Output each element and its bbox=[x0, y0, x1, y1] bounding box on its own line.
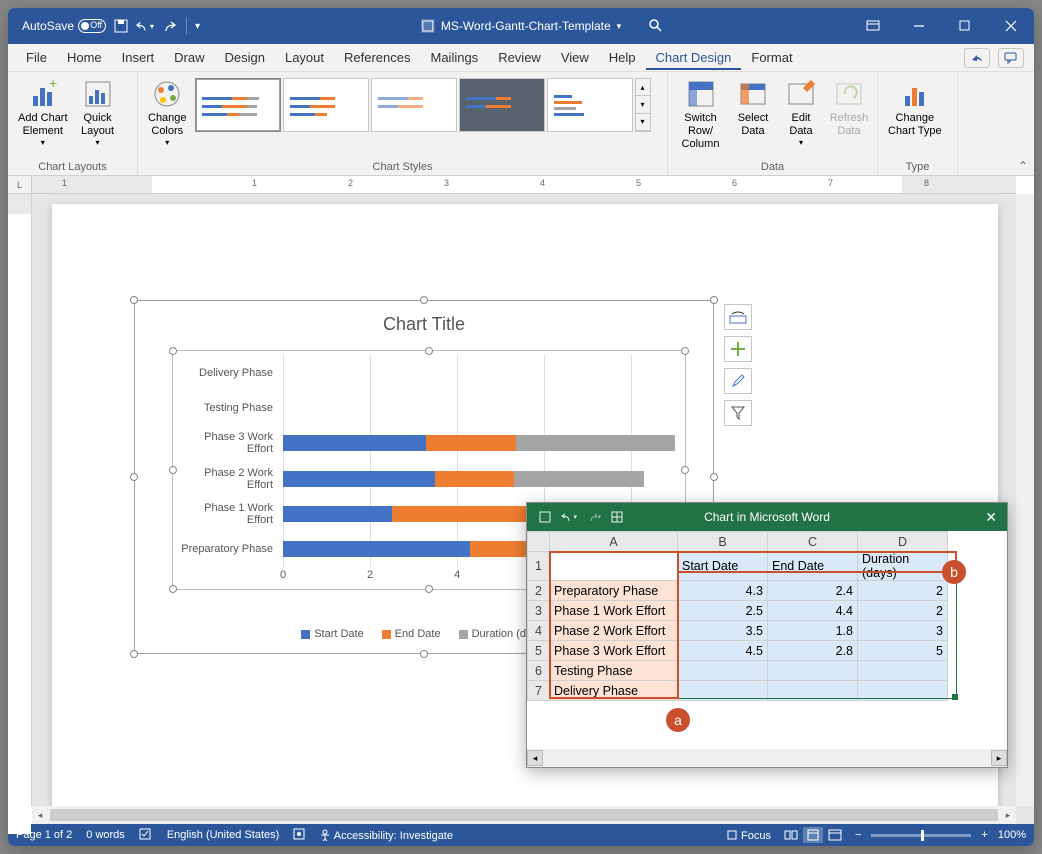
excel-grid-icon[interactable] bbox=[609, 509, 625, 525]
status-focus[interactable]: Focus bbox=[726, 829, 771, 842]
menu-bar: File Home Insert Draw Design Layout Refe… bbox=[8, 44, 1034, 72]
ruler-corner: L bbox=[8, 176, 32, 194]
zoom-value[interactable]: 100% bbox=[998, 829, 1026, 841]
chart-elements-button[interactable] bbox=[724, 304, 752, 330]
group-label-type: Type bbox=[884, 159, 951, 175]
ribbon: + Add Chart Element▾ Quick Layout▾ Chart… bbox=[8, 72, 1034, 176]
status-macro-icon[interactable] bbox=[293, 828, 305, 843]
switch-row-column-button[interactable]: Switch Row/ Column bbox=[674, 76, 727, 154]
word-doc-icon bbox=[421, 19, 435, 33]
brush-icon bbox=[730, 373, 746, 389]
horizontal-scrollbar[interactable]: ◂ ▸ bbox=[32, 806, 1016, 824]
annotation-b: b bbox=[942, 560, 966, 584]
menu-draw[interactable]: Draw bbox=[164, 46, 214, 69]
menu-home[interactable]: Home bbox=[57, 46, 112, 69]
autosave-toggle[interactable]: AutoSave Off bbox=[22, 19, 106, 33]
menu-review[interactable]: Review bbox=[488, 46, 551, 69]
styles-more[interactable]: ▴▾▾ bbox=[635, 78, 651, 132]
share-icon bbox=[970, 52, 984, 64]
menu-insert[interactable]: Insert bbox=[112, 46, 165, 69]
excel-h-scrollbar[interactable]: ◂▸ bbox=[527, 749, 1007, 767]
menu-layout[interactable]: Layout bbox=[275, 46, 334, 69]
menu-mailings[interactable]: Mailings bbox=[421, 46, 489, 69]
close-icon[interactable] bbox=[988, 8, 1034, 44]
comment-icon bbox=[1004, 52, 1018, 64]
redo-icon[interactable] bbox=[160, 17, 178, 35]
save-icon[interactable] bbox=[112, 17, 130, 35]
chart-style-2[interactable] bbox=[283, 78, 369, 132]
menu-file[interactable]: File bbox=[16, 46, 57, 69]
svg-text:+: + bbox=[49, 78, 57, 91]
layout-icon bbox=[729, 310, 747, 324]
chart-style-3[interactable] bbox=[371, 78, 457, 132]
search-icon bbox=[648, 18, 664, 34]
ribbon-display-icon[interactable] bbox=[850, 8, 896, 44]
chart-data-window[interactable]: ▾ ▾ Chart in Microsoft Word ✕ ABCD1Start… bbox=[526, 502, 1008, 768]
chart-style-1[interactable] bbox=[195, 78, 281, 132]
status-accessibility[interactable]: Accessibility: Investigate bbox=[319, 829, 453, 842]
add-chart-element-button[interactable]: + Add Chart Element▾ bbox=[14, 76, 72, 150]
chart-styles-button[interactable] bbox=[724, 336, 752, 362]
status-words[interactable]: 0 words bbox=[86, 829, 125, 841]
spreadsheet[interactable]: ABCD1Start DateEnd DateDuration (days)2P… bbox=[527, 531, 1007, 749]
qat-customize-icon[interactable]: ▾ bbox=[195, 21, 200, 32]
chart-style-5[interactable] bbox=[547, 78, 633, 132]
undo-icon[interactable]: ▾ bbox=[136, 17, 154, 35]
status-language[interactable]: English (United States) bbox=[167, 829, 280, 841]
excel-undo-icon[interactable]: ▾ bbox=[561, 509, 577, 525]
zoom-slider[interactable] bbox=[871, 834, 971, 837]
collapse-ribbon-icon[interactable]: ⌃ bbox=[1018, 159, 1028, 173]
chart-styles-gallery: ▴▾▾ bbox=[195, 76, 651, 132]
excel-close-icon[interactable]: ✕ bbox=[985, 509, 997, 526]
excel-title-bar: ▾ ▾ Chart in Microsoft Word ✕ bbox=[527, 503, 1007, 531]
comments-button[interactable] bbox=[998, 48, 1024, 68]
zoom-out[interactable]: − bbox=[855, 829, 861, 841]
view-read-icon[interactable] bbox=[781, 827, 801, 843]
funnel-icon bbox=[730, 405, 746, 421]
change-colors-button[interactable]: Change Colors▾ bbox=[144, 76, 191, 150]
group-label-styles: Chart Styles bbox=[144, 159, 661, 175]
zoom-in[interactable]: + bbox=[981, 829, 987, 841]
minimize-icon[interactable] bbox=[896, 8, 942, 44]
accessibility-icon bbox=[319, 829, 331, 841]
chart-brush-button[interactable] bbox=[724, 368, 752, 394]
menu-design[interactable]: Design bbox=[215, 46, 275, 69]
toggle-off-icon: Off bbox=[78, 19, 106, 33]
share-button[interactable] bbox=[964, 48, 990, 68]
menu-chart-design[interactable]: Chart Design bbox=[646, 46, 742, 70]
view-web-icon[interactable] bbox=[825, 827, 845, 843]
view-print-icon[interactable] bbox=[803, 827, 823, 843]
menu-format[interactable]: Format bbox=[741, 46, 802, 69]
chart-title[interactable]: Chart Title bbox=[142, 308, 706, 345]
menu-help[interactable]: Help bbox=[599, 46, 646, 69]
search-button[interactable] bbox=[648, 18, 664, 34]
vertical-ruler[interactable] bbox=[8, 194, 32, 806]
excel-window-title: Chart in Microsoft Word bbox=[704, 510, 830, 524]
autosave-label: AutoSave bbox=[22, 19, 74, 33]
document-title[interactable]: MS-Word-Gantt-Chart-Template ▾ bbox=[421, 19, 621, 33]
menu-references[interactable]: References bbox=[334, 46, 420, 69]
status-spellcheck-icon[interactable] bbox=[139, 828, 153, 843]
menu-view[interactable]: View bbox=[551, 46, 599, 69]
vertical-scrollbar[interactable] bbox=[1016, 194, 1034, 806]
annotation-a: a bbox=[666, 708, 690, 732]
refresh-data-button: Refresh Data bbox=[827, 76, 871, 140]
horizontal-ruler[interactable]: 1 12345678 bbox=[32, 176, 1016, 194]
excel-save-icon[interactable] bbox=[537, 509, 553, 525]
select-data-button[interactable]: Select Data bbox=[731, 76, 775, 140]
group-label-layouts: Chart Layouts bbox=[14, 159, 131, 175]
maximize-icon[interactable] bbox=[942, 8, 988, 44]
quick-layout-button[interactable]: Quick Layout▾ bbox=[76, 76, 120, 150]
change-chart-type-button[interactable]: Change Chart Type bbox=[884, 76, 946, 140]
group-label-data: Data bbox=[674, 159, 871, 175]
excel-redo-icon[interactable]: ▾ bbox=[585, 509, 601, 525]
word-window: AutoSave Off ▾ ▾ MS-Word-Gantt-Chart-Tem… bbox=[8, 8, 1034, 846]
status-bar: Page 1 of 2 0 words English (United Stat… bbox=[8, 824, 1034, 846]
plus-icon bbox=[730, 341, 746, 357]
chart-filter-button[interactable] bbox=[724, 400, 752, 426]
edit-data-button[interactable]: Edit Data▾ bbox=[779, 76, 823, 150]
chart-style-4[interactable] bbox=[459, 78, 545, 132]
title-bar: AutoSave Off ▾ ▾ MS-Word-Gantt-Chart-Tem… bbox=[8, 8, 1034, 44]
